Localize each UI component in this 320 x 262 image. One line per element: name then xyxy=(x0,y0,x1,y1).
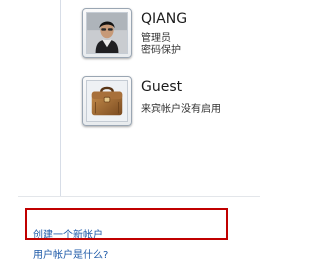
create-account-link[interactable]: 创建一个新帐户 xyxy=(33,226,103,241)
avatar xyxy=(82,8,132,58)
account-name: Guest xyxy=(141,79,183,95)
account-tile-guest[interactable]: Guest 来宾帐户没有启用 xyxy=(82,76,262,132)
what-is-user-account-link[interactable]: 用户帐户是什么? xyxy=(33,246,108,261)
account-password-status: 密码保护 xyxy=(141,45,181,56)
avatar xyxy=(82,76,132,126)
user-photo-icon xyxy=(86,12,128,54)
user-accounts-panel: QIANG 管理员 密码保护 Guest 来宾帐户没有启用 创建一个新帐户 用户… xyxy=(0,0,266,262)
account-status: 来宾帐户没有启用 xyxy=(141,104,221,115)
account-tile-qiang[interactable]: QIANG 管理员 密码保护 xyxy=(82,8,262,64)
account-name: QIANG xyxy=(141,11,188,27)
section-divider xyxy=(18,196,260,197)
panel-divider-line xyxy=(60,0,61,196)
briefcase-icon xyxy=(86,80,128,122)
